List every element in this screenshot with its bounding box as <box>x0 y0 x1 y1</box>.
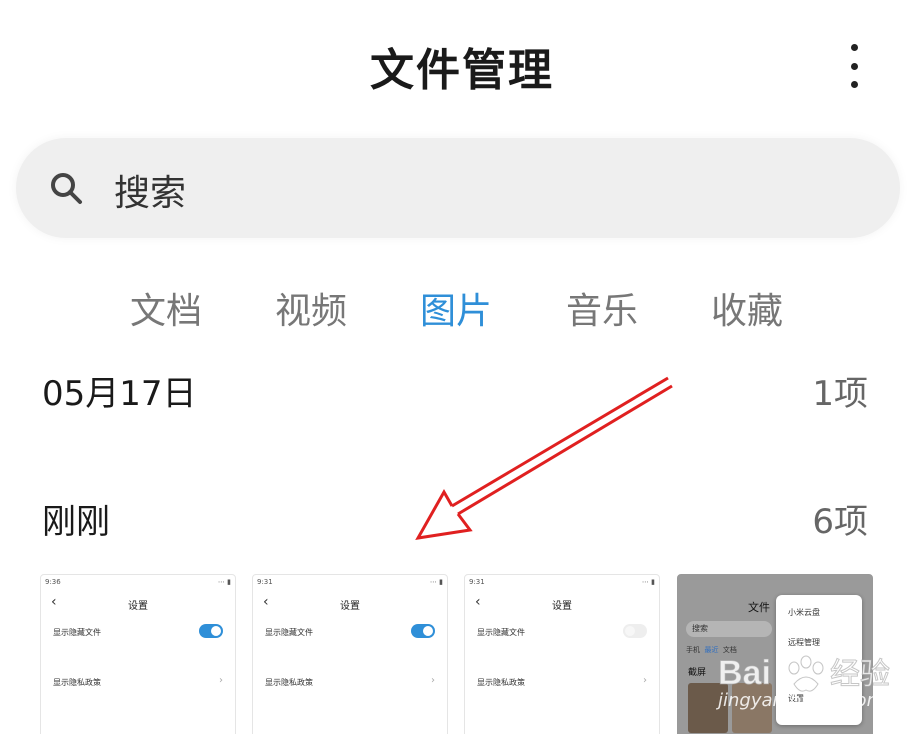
section-recent-count: 6项 <box>812 502 868 542</box>
thumbnail-title: 设置 <box>552 601 572 612</box>
toggle-switch-icon <box>411 624 435 638</box>
chevron-right-icon: › <box>643 675 647 686</box>
file-manager-screen: 文件管理 搜索 文档 视频 图片 音乐 收藏 05月17日 1项 刚刚 6项 9… <box>0 0 924 734</box>
thumbnail-row: 显示隐私政策 <box>265 678 313 687</box>
thumbnail-row: 显示隐藏文件 <box>53 628 101 637</box>
tab-music[interactable]: 音乐 <box>566 282 638 334</box>
thumbnail-search: 搜索 <box>686 621 772 637</box>
svg-text:经验: 经验 <box>830 657 890 692</box>
section-recent-title: 刚刚 <box>42 502 110 542</box>
more-vertical-icon[interactable] <box>842 44 866 88</box>
category-tabs: 文档 视频 图片 音乐 收藏 <box>0 282 924 338</box>
watermark-url: jingyan.baidu.com <box>718 690 885 711</box>
toggle-switch-icon <box>623 624 647 638</box>
image-thumbnail[interactable]: 9:31 ⋯ ▮ ‹ 设置 显示隐藏文件 显示隐私政策 › <box>252 574 448 734</box>
thumbnail-row: 显示隐私政策 <box>477 678 525 687</box>
status-time: 9:31 <box>257 578 273 586</box>
thumbnail-title: 文件 <box>748 601 770 614</box>
thumbnail-title: 设置 <box>128 601 148 612</box>
thumbnail-title: 设置 <box>340 601 360 612</box>
menu-item: 小米云盘 <box>788 608 820 617</box>
status-icons: ⋯ ▮ <box>641 578 655 586</box>
thumbnail-row: 显示隐藏文件 <box>265 628 313 637</box>
page-title: 文件管理 <box>370 45 554 96</box>
chevron-right-icon: › <box>431 675 435 686</box>
status-icons: ⋯ ▮ <box>217 578 231 586</box>
tab-images[interactable]: 图片 <box>420 282 492 334</box>
tab-documents[interactable]: 文档 <box>130 282 202 334</box>
status-time: 9:31 <box>469 578 485 586</box>
thumbnail-tab: 手机 <box>686 646 700 654</box>
search-icon <box>51 173 82 204</box>
image-thumbnail[interactable]: 9:36 ⋯ ▮ ‹ 设置 显示隐藏文件 显示隐私政策 › <box>40 574 236 734</box>
tab-favorites[interactable]: 收藏 <box>711 282 783 334</box>
thumbnail-row: 显示隐藏文件 <box>477 628 525 637</box>
thumbnail-row: 显示隐私政策 <box>53 678 101 687</box>
status-time: 9:36 <box>45 578 61 586</box>
thumbnail-subtitle: 截屏 <box>688 668 707 678</box>
section-date-title: 05月17日 <box>42 374 197 414</box>
search-input[interactable]: 搜索 <box>114 164 186 216</box>
toggle-switch-icon <box>199 624 223 638</box>
tab-videos[interactable]: 视频 <box>275 282 347 334</box>
status-icons: ⋯ ▮ <box>429 578 443 586</box>
image-thumbnail[interactable]: 9:31 ⋯ ▮ ‹ 设置 显示隐藏文件 显示隐私政策 › <box>464 574 660 734</box>
search-bar[interactable]: 搜索 <box>16 138 900 238</box>
chevron-right-icon: › <box>219 675 223 686</box>
section-date-count: 1项 <box>812 374 868 414</box>
svg-text:Bai: Bai <box>718 654 771 692</box>
